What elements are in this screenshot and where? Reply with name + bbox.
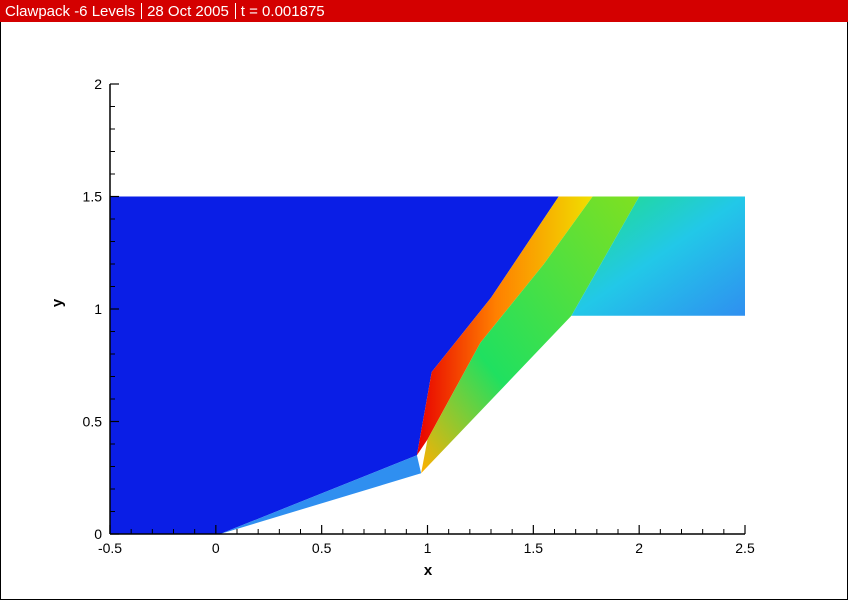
x-axis-label: x — [424, 562, 433, 579]
flow-plot: -0.5 0 0.5 1 1.5 2 2.500.511.52 x y — [49, 76, 755, 579]
y-tick-label: 0 — [94, 526, 102, 542]
x-tick-label: 2 — [635, 540, 643, 556]
x-tick-label: 0 — [212, 540, 220, 556]
x-tick-label: 1.5 — [524, 540, 544, 556]
x-tick-label: -0.5 — [98, 540, 122, 556]
x-tick-label: 0.5 — [312, 540, 332, 556]
regions-layer — [110, 196, 745, 534]
y-axis-label: y — [49, 298, 66, 307]
x-tick-label: 1 — [424, 540, 432, 556]
y-tick-label: 1.5 — [83, 189, 103, 205]
y-tick-label: 1 — [94, 301, 102, 317]
y-tick-label: 0.5 — [83, 414, 103, 430]
y-tick-label: 2 — [94, 76, 102, 92]
x-tick-label: 2.5 — [735, 540, 755, 556]
